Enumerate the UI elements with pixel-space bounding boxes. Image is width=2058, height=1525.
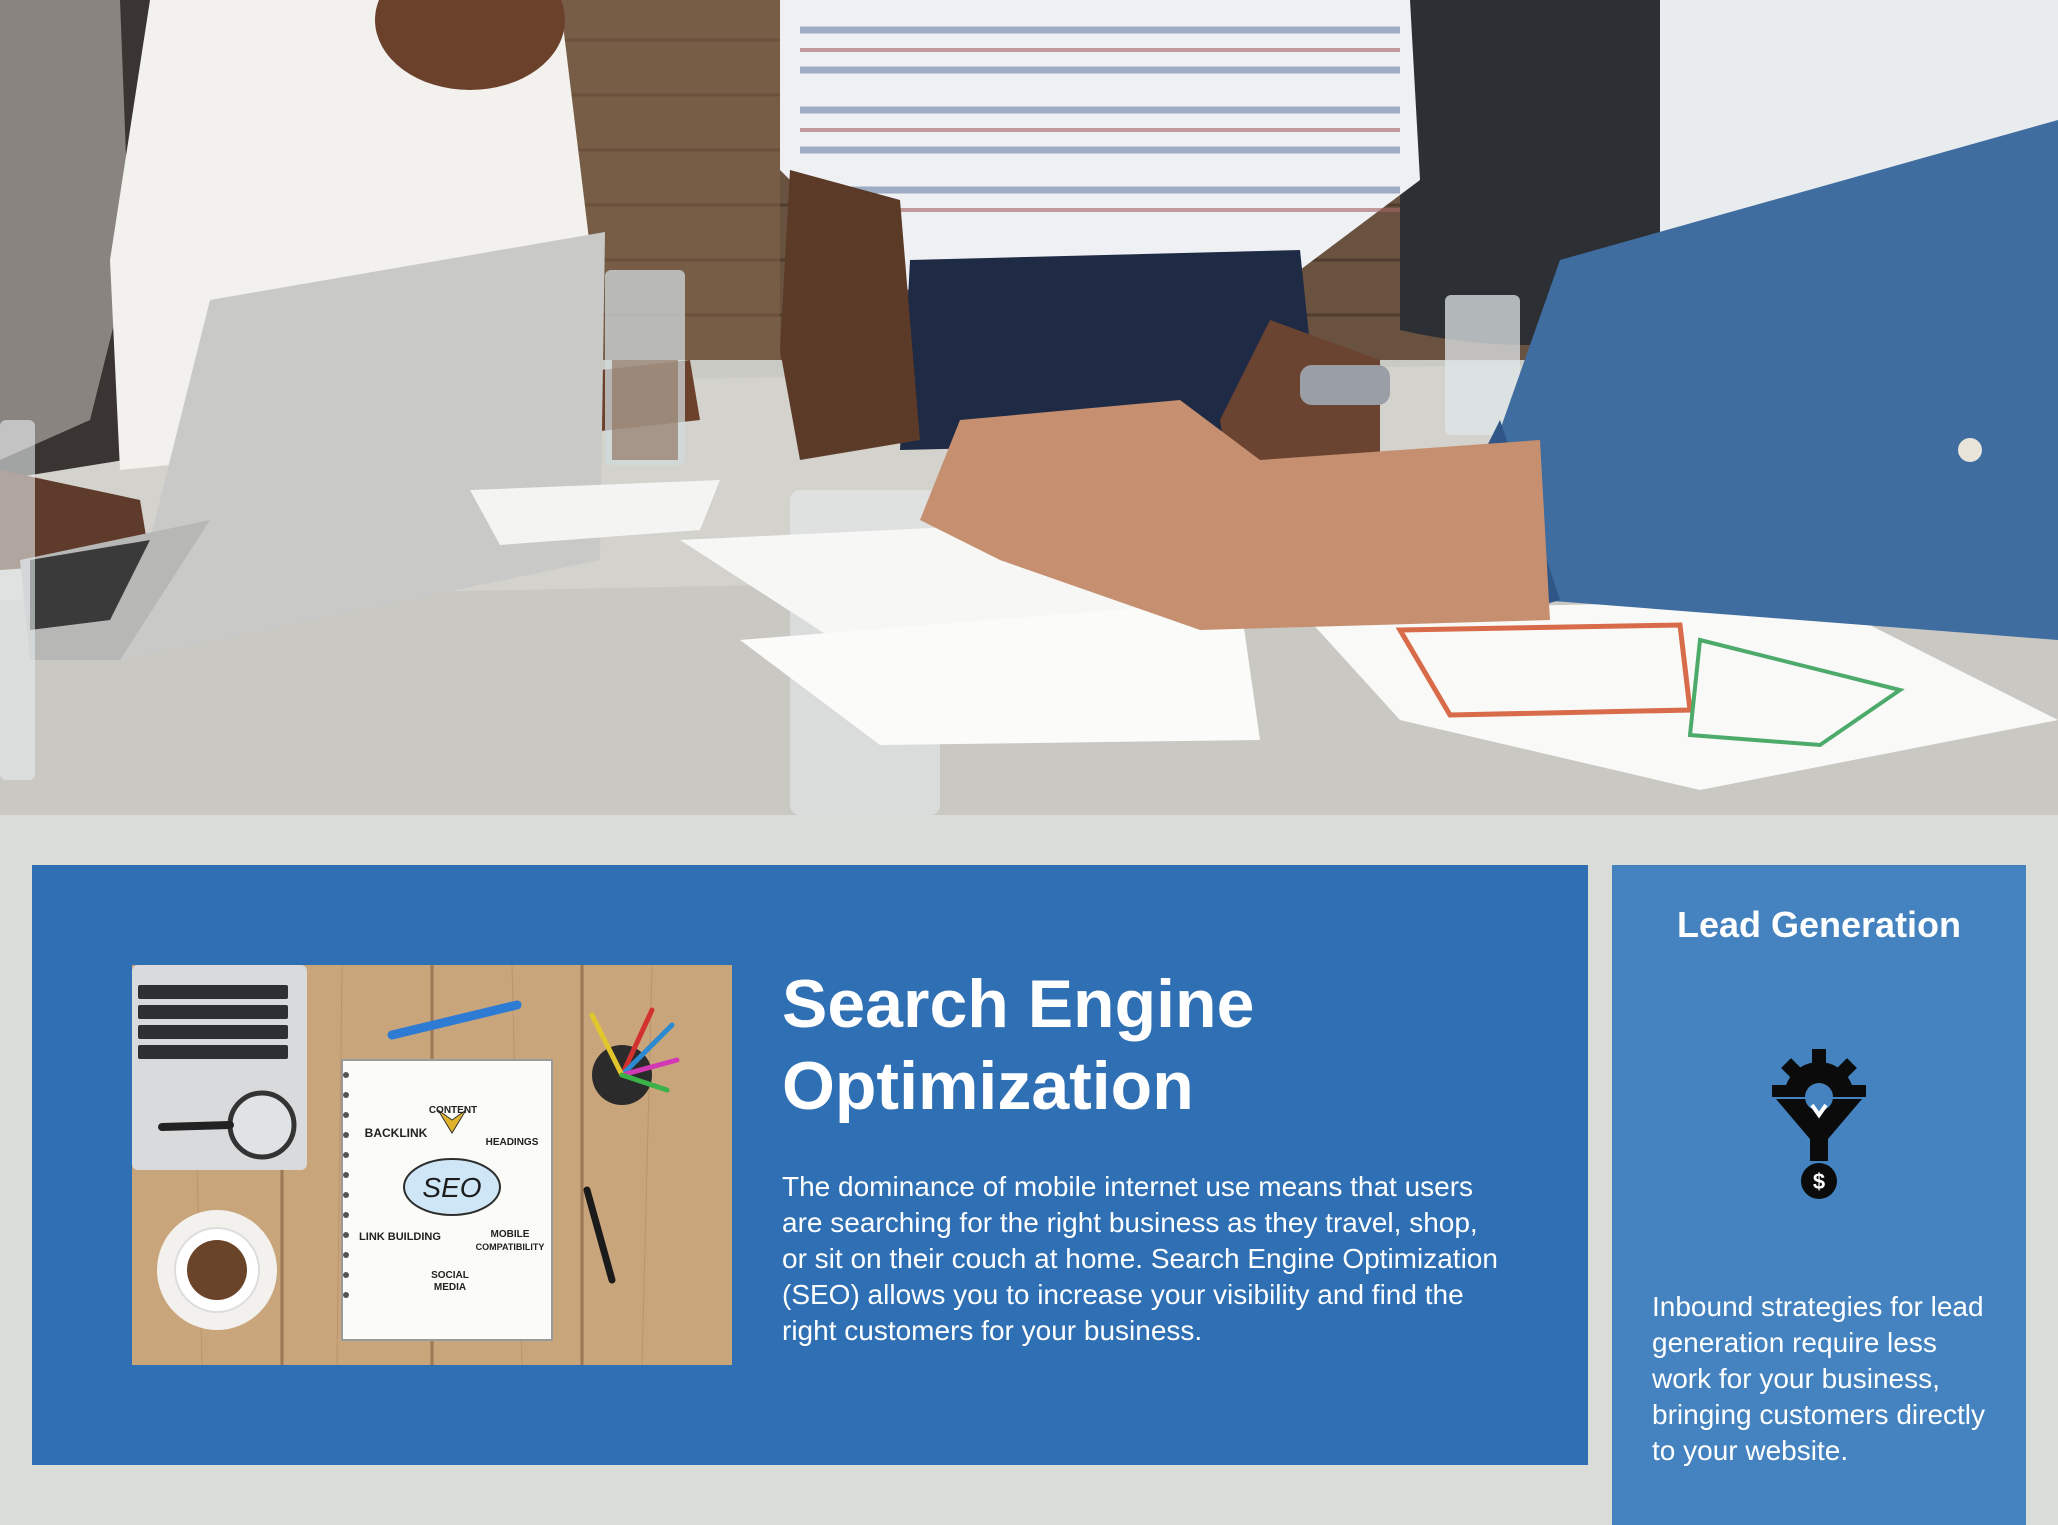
hero-photo <box>0 0 2058 815</box>
dollar-sign: $ <box>1813 1169 1825 1194</box>
seo-description: The dominance of mobile internet use mea… <box>782 1171 1498 1346</box>
label-link-building: LINK BUILDING <box>359 1231 441 1243</box>
label-social: SOCIAL <box>431 1270 469 1281</box>
lead-description: Inbound strategies for lead generation r… <box>1652 1291 1986 1466</box>
lead-title: Lead Generation <box>1676 904 1962 945</box>
label-backlink: BACKLINK <box>365 1126 428 1140</box>
label-media: MEDIA <box>434 1282 466 1293</box>
seo-card: SEO CONTENT HEADINGS BACKLINK LINK BUILD… <box>32 865 1588 1465</box>
seo-title: Search Engine Optimization <box>782 966 1255 1124</box>
label-compatibility: COMPATIBILITY <box>476 1242 545 1252</box>
seo-cloud-word: SEO <box>422 1172 481 1203</box>
label-content: CONTENT <box>429 1105 477 1116</box>
label-headings: HEADINGS <box>486 1137 539 1148</box>
team-meeting-photo <box>0 0 2058 815</box>
seo-mindmap-illustration: SEO CONTENT HEADINGS BACKLINK LINK BUILD… <box>132 965 732 1365</box>
lead-generation-card: Lead Generation $ Inbound strategies for… <box>1612 865 2026 1525</box>
seo-thumbnail-image: SEO CONTENT HEADINGS BACKLINK LINK BUILD… <box>132 965 732 1365</box>
funnel-gear-dollar-icon: $ <box>1772 1049 1866 1199</box>
label-mobile: MOBILE <box>491 1229 530 1240</box>
